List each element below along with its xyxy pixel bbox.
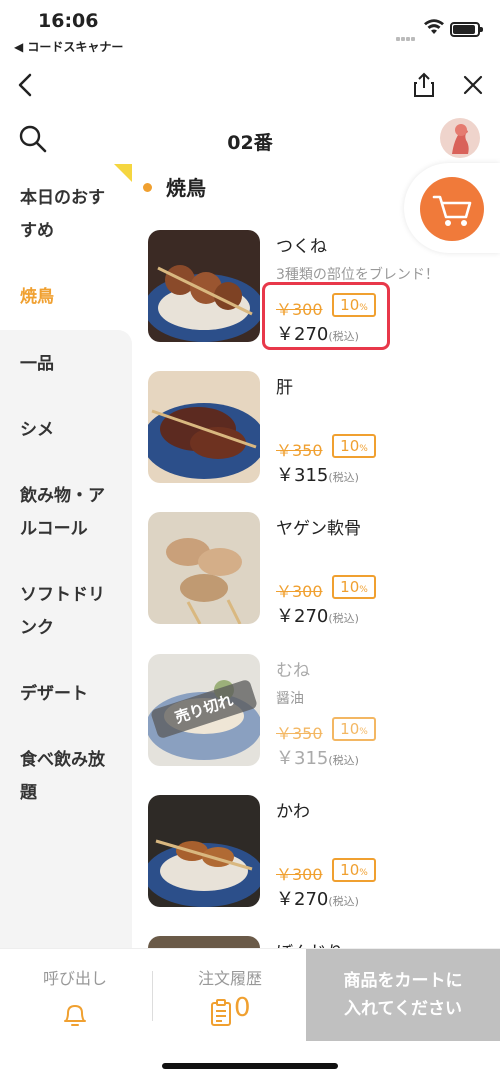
bottom-bar: 呼び出し 注文履歴 0 商品をカートに 入れてください <box>0 948 500 1041</box>
section-title: 焼鳥 <box>142 172 206 201</box>
bell-icon <box>64 1005 86 1026</box>
discount-value: 10 <box>340 861 360 879</box>
original-price: ￥300 <box>276 582 323 601</box>
sidebar-item-recommend[interactable]: 本日のおすすめ <box>0 182 120 248</box>
price-value: ￥270 <box>276 889 329 910</box>
sidebar-item-yakitori[interactable]: 焼鳥 <box>0 281 132 314</box>
menu-item-name: つくね <box>276 237 327 257</box>
add-to-cart-button[interactable]: 商品をカートに 入れてください <box>306 949 500 1041</box>
menu-item-desc: 3種類の部位をブレンド！ <box>276 267 439 283</box>
menu-item-name: ヤゲン軟骨 <box>276 519 361 539</box>
price-highlight-box <box>262 282 390 350</box>
discount-badge: 10% <box>332 575 376 599</box>
wifi-icon <box>424 19 444 34</box>
menu-item-name: むね <box>276 661 310 681</box>
add-cart-label-line2: 入れてください <box>344 999 462 1019</box>
order-history-button[interactable]: 注文履歴 0 <box>154 949 306 1041</box>
signal-icon <box>396 26 418 41</box>
tax-note: (税込) <box>328 754 359 767</box>
tax-note: (税込) <box>328 471 359 484</box>
cart-icon <box>432 195 472 226</box>
avatar-image <box>440 118 480 158</box>
price-value: ￥315 <box>276 748 329 769</box>
nav-bar <box>0 64 500 108</box>
sidebar-item-ippin[interactable]: 一品 <box>0 348 132 381</box>
price-value: ￥270 <box>276 606 329 627</box>
call-staff-button[interactable]: 呼び出し <box>0 949 150 1041</box>
battery-icon <box>450 22 483 37</box>
sidebar-item-dessert[interactable]: デザート <box>0 678 132 711</box>
price-value: ￥315 <box>276 465 329 486</box>
menu-item-desc: 醤油 <box>276 691 304 707</box>
table-number-title: 02番 <box>227 132 273 154</box>
tax-note: (税込) <box>328 895 359 908</box>
menu-item-name: ぼんじり <box>276 938 344 948</box>
section-title-label: 焼鳥 <box>166 176 206 200</box>
cart-button[interactable] <box>404 163 500 253</box>
discount-badge: 10% <box>332 434 376 458</box>
history-label: 注文履歴 <box>197 969 262 988</box>
discounted-price: ￥270(税込) <box>276 602 359 628</box>
menu-item-name: かわ <box>276 802 310 822</box>
discount-value: 10 <box>340 720 360 738</box>
discounted-price: ￥270(税込) <box>276 885 359 911</box>
sidebar-item-soft-drink[interactable]: ソフトドリンク <box>0 579 120 645</box>
status-bar: 16:06 ◀ コードスキャナー <box>0 0 500 60</box>
sidebar-item-shime[interactable]: シメ <box>0 414 132 447</box>
menu-item-photo <box>148 936 260 948</box>
discounted-price: ￥315(税込) <box>276 744 359 770</box>
clipboard-icon <box>211 999 231 1026</box>
close-icon[interactable] <box>462 74 484 96</box>
menu-item-yagen[interactable]: ヤゲン軟骨 ￥300 10% ￥270(税込) <box>148 512 488 627</box>
status-time: 16:06 <box>38 10 99 32</box>
discount-value: 10 <box>340 578 360 596</box>
discounted-price: ￥315(税込) <box>276 461 359 487</box>
original-price: ￥350 <box>276 724 323 743</box>
discount-badge: 10% <box>332 717 376 741</box>
original-price: ￥350 <box>276 441 323 460</box>
menu-item-photo <box>148 795 260 907</box>
menu-item-kimo[interactable]: 肝 ￥350 10% ￥315(税込) <box>148 371 488 486</box>
home-indicator[interactable] <box>162 1063 338 1069</box>
menu-item-photo: 売り切れ <box>148 654 260 766</box>
call-label: 呼び出し <box>42 969 107 988</box>
add-cart-label-line1: 商品をカートに <box>343 971 463 991</box>
back-chevron-icon[interactable] <box>14 72 38 98</box>
back-to-app-link[interactable]: ◀ コードスキャナー <box>14 38 123 55</box>
discount-value: 10 <box>340 437 360 455</box>
sidebar-item-alcohol[interactable]: 飲み物・アルコール <box>0 480 120 546</box>
menu-item-photo <box>148 512 260 624</box>
menu-item-name: 肝 <box>276 378 293 398</box>
avatar[interactable] <box>440 118 480 158</box>
sidebar-item-all-you-can[interactable]: 食べ飲み放題 <box>0 744 120 810</box>
tax-note: (税込) <box>328 612 359 625</box>
menu-item-mune[interactable]: 売り切れ むね 醤油 ￥350 10% ￥315(税込) <box>148 654 488 769</box>
menu-item-kawa[interactable]: かわ ￥300 10% ￥270(税込) <box>148 795 488 910</box>
cart-circle <box>420 177 484 241</box>
discount-badge: 10% <box>332 858 376 882</box>
menu-item-bonjiri[interactable]: ぼんじり <box>148 936 488 948</box>
menu-item-photo <box>148 371 260 483</box>
bottom-divider <box>152 971 153 1021</box>
category-sidebar: 本日のおすすめ 焼鳥 一品 シメ 飲み物・アルコール ソフトドリンク デザート … <box>0 164 132 948</box>
history-count: 0 <box>234 993 251 1023</box>
share-icon[interactable] <box>412 72 436 98</box>
original-price: ￥300 <box>276 865 323 884</box>
header-row: 02番 <box>0 116 500 166</box>
menu-item-photo <box>148 230 260 342</box>
